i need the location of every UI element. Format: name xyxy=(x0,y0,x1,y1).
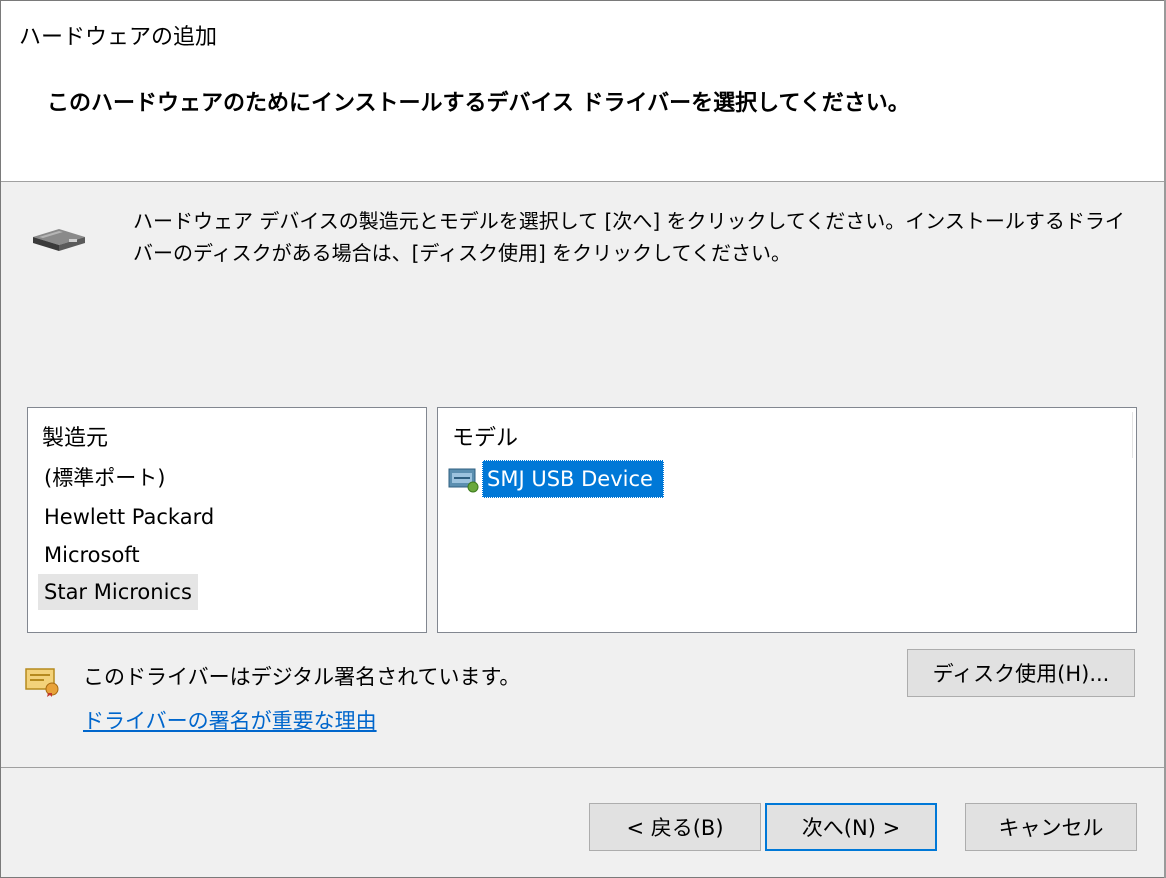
model-item-label: SMJ USB Device xyxy=(482,460,664,498)
certificate-icon xyxy=(25,668,59,697)
window-title: ハードウェアの追加 xyxy=(19,25,218,50)
driver-icon xyxy=(448,468,479,493)
page-heading: このハードウェアのためにインストールするデバイス ドライバーを選択してください。 xyxy=(47,91,910,116)
next-button[interactable]: 次へ(N) > xyxy=(765,803,937,851)
add-hardware-dialog: ハードウェアの追加 このハードウェアのためにインストールするデバイス ドライバー… xyxy=(0,0,1166,878)
model-column-header: モデル xyxy=(452,426,519,451)
back-button[interactable]: < 戻る(B) xyxy=(589,803,761,851)
manufacturer-item[interactable]: Microsoft xyxy=(38,537,146,573)
wizard-header: ハードウェアの追加 このハードウェアのためにインストールするデバイス ドライバー… xyxy=(1,1,1165,182)
manufacturer-item-selected[interactable]: Star Micronics xyxy=(38,574,198,610)
manufacturer-item[interactable]: Hewlett Packard xyxy=(38,499,220,535)
manufacturer-listbox[interactable]: 製造元 (標準ポート) Hewlett Packard Microsoft St… xyxy=(27,407,427,633)
column-divider xyxy=(1132,412,1133,458)
driver-signing-info-link[interactable]: ドライバーの署名が重要な理由 xyxy=(83,705,377,735)
have-disk-button[interactable]: ディスク使用(H)... xyxy=(907,649,1135,697)
hardware-device-icon xyxy=(33,229,85,251)
model-item-selected[interactable]: SMJ USB Device xyxy=(448,460,664,498)
manufacturer-item[interactable]: (標準ポート) xyxy=(38,460,171,496)
cancel-button[interactable]: キャンセル xyxy=(965,803,1137,851)
intro-text: ハードウェア デバイスの製造元とモデルを選択して [次へ] をクリックしてくださ… xyxy=(133,209,1125,265)
model-listbox[interactable]: モデル SMJ USB Device xyxy=(437,407,1137,633)
footer-divider xyxy=(1,767,1165,768)
signature-status-text: このドライバーはデジタル署名されています。 xyxy=(83,665,521,689)
manufacturer-column-header: 製造元 xyxy=(42,426,109,451)
